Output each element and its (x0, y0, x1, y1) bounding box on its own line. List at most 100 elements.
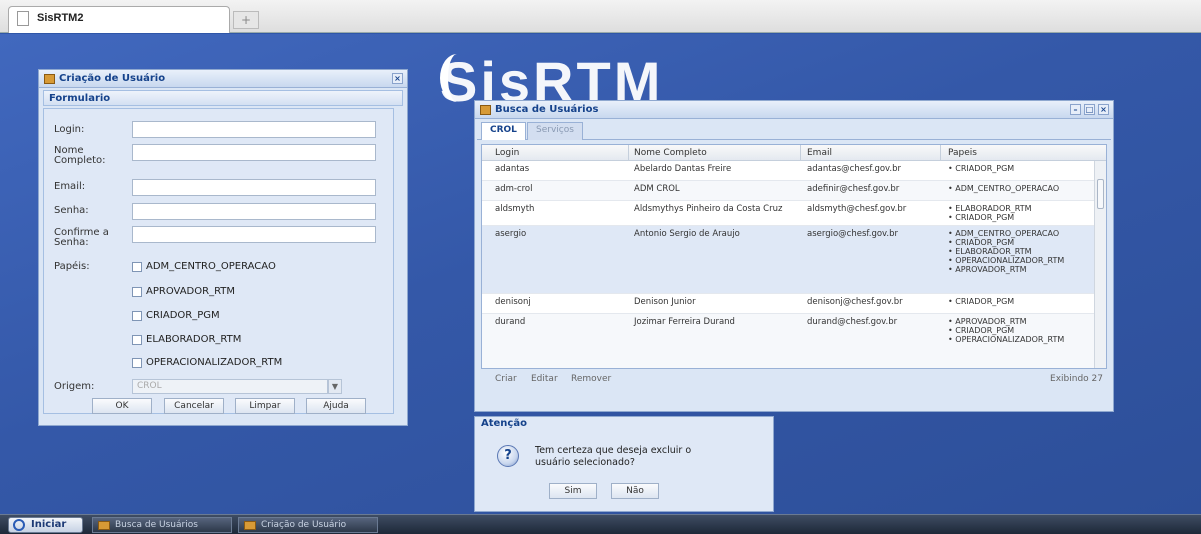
dialog-title: Atenção (481, 418, 527, 429)
cell-nome: Abelardo Dantas Freire (634, 164, 732, 174)
papel-item: APROVADOR_RTM (948, 265, 1064, 274)
table-row[interactable]: durand Jozimar Ferreira Durand durand@ch… (482, 314, 1094, 368)
origem-select[interactable]: CROL (132, 379, 328, 394)
grid-scrollbar[interactable] (1094, 161, 1106, 368)
papel-label: OPERACIONALIZADOR_RTM (146, 357, 283, 368)
papel-checkbox[interactable] (132, 357, 142, 368)
senha-field[interactable] (132, 203, 376, 220)
papel-item: CRIADOR_PGM (948, 238, 1064, 247)
papel-item: APROVADOR_RTM (948, 317, 1064, 326)
criar-button[interactable]: Criar (495, 374, 517, 384)
start-label: Iniciar (31, 519, 67, 530)
table-row-selected[interactable]: asergio Antonio Sergio de Araujo asergio… (482, 226, 1094, 294)
confirm-dialog: Atenção ? Tem certeza que deseja excluir… (474, 416, 774, 512)
close-icon[interactable]: × (392, 73, 403, 84)
papel-checkbox[interactable] (132, 286, 142, 297)
login-field[interactable] (132, 121, 376, 138)
papel-checkbox[interactable] (132, 310, 142, 321)
form-section-header: Formulario (43, 90, 403, 106)
taskbar-item-label: Criação de Usuário (261, 520, 347, 530)
papel-checkbox-row[interactable]: ADM_CENTRO_OPERACAO (132, 261, 276, 275)
cell-papeis: ADM_CENTRO_OPERACAO CRIADOR_PGM ELABORAD… (948, 229, 1064, 274)
papel-checkbox-row[interactable]: OPERACIONALIZADOR_RTM (132, 357, 282, 371)
tab-servicos[interactable]: Serviços (527, 122, 583, 140)
window-icon (44, 74, 55, 84)
nao-button[interactable]: Não (611, 483, 659, 499)
nome-completo-field[interactable] (132, 144, 376, 161)
papel-checkbox[interactable] (132, 261, 142, 272)
papel-item: ADM_CENTRO_OPERACAO (948, 229, 1064, 238)
cell-papeis: APROVADOR_RTM CRIADOR_PGM OPERACIONALIZA… (948, 317, 1064, 344)
cell-login: durand (495, 317, 526, 327)
grid-header: Login Nome Completo Email Papeis (482, 145, 1106, 161)
email-field[interactable] (132, 179, 376, 196)
table-row[interactable]: adantas Abelardo Dantas Freire adantas@c… (482, 161, 1094, 181)
papel-label: ADM_CENTRO_OPERACAO (146, 261, 276, 272)
cell-nome: Aldsmythys Pinheiro da Costa Cruz (634, 204, 783, 214)
window-icon (98, 521, 110, 530)
chevron-down-icon[interactable]: ▼ (328, 379, 342, 394)
taskbar-item-busca[interactable]: Busca de Usuários (92, 517, 232, 533)
senha-label: Senha: (54, 205, 89, 216)
users-tabs: CROL Serviços (477, 120, 1111, 140)
cancelar-button[interactable]: Cancelar (164, 398, 224, 414)
nome-completo-label-2: Completo: (54, 155, 106, 166)
ok-button[interactable]: OK (92, 398, 152, 414)
limpar-button[interactable]: Limpar (235, 398, 295, 414)
cell-email: adantas@chesf.gov.br (807, 164, 902, 174)
papel-item: ELABORADOR_RTM (948, 204, 1031, 213)
tab-crol[interactable]: CROL (481, 122, 526, 140)
cell-login: aldsmyth (495, 204, 535, 214)
papel-checkbox[interactable] (132, 334, 142, 345)
papel-checkbox-row[interactable]: CRIADOR_PGM (132, 310, 220, 324)
editar-button[interactable]: Editar (531, 374, 558, 384)
minimize-icon[interactable]: – (1070, 104, 1081, 115)
column-header-login[interactable]: Login (495, 148, 519, 158)
cell-papeis: ADM_CENTRO_OPERACAO (948, 184, 1059, 193)
taskbar-item-criacao[interactable]: Criação de Usuário (238, 517, 378, 533)
login-label: Login: (54, 124, 85, 135)
papel-item: ELABORADOR_RTM (948, 247, 1064, 256)
column-header-nome[interactable]: Nome Completo (634, 148, 707, 158)
papel-checkbox-row[interactable]: APROVADOR_RTM (132, 286, 235, 300)
confirme-senha-label-2: Senha: (54, 237, 89, 248)
column-header-email[interactable]: Email (807, 148, 832, 158)
window-icon (480, 105, 491, 115)
cell-login: asergio (495, 229, 527, 239)
scrollbar-thumb[interactable] (1097, 179, 1104, 209)
taskbar: Iniciar Busca de Usuários Criação de Usu… (0, 514, 1201, 534)
papel-checkbox-row[interactable]: ELABORADOR_RTM (132, 334, 241, 348)
cell-email: denisonj@chesf.gov.br (807, 297, 903, 307)
cell-login: adantas (495, 164, 530, 174)
create-user-window-titlebar[interactable]: Criação de Usuário × (39, 70, 407, 88)
new-tab-button[interactable]: + (233, 11, 259, 29)
cell-login: denisonj (495, 297, 531, 307)
cell-nome: Antonio Sergio de Araujo (634, 229, 740, 239)
table-row[interactable]: aldsmyth Aldsmythys Pinheiro da Costa Cr… (482, 201, 1094, 226)
table-row[interactable]: denisonj Denison Junior denisonj@chesf.g… (482, 294, 1094, 314)
papel-label: ELABORADOR_RTM (146, 334, 242, 345)
table-row[interactable]: adm-crol ADM CROL adefinir@chesf.gov.br … (482, 181, 1094, 201)
sim-button[interactable]: Sim (549, 483, 597, 499)
users-window-titlebar[interactable]: Busca de Usuários – □ × (475, 101, 1113, 119)
papel-item: CRIADOR_PGM (948, 213, 1032, 222)
close-icon[interactable]: × (1098, 104, 1109, 115)
maximize-icon[interactable]: □ (1084, 104, 1095, 115)
dialog-message-1: Tem certeza que deseja excluir o (535, 445, 692, 456)
desktop: SisRTM Criação de Usuário × Formulario L… (0, 34, 1201, 514)
origem-label: Origem: (54, 381, 95, 392)
confirme-senha-field[interactable] (132, 226, 376, 243)
cell-nome: Jozimar Ferreira Durand (634, 317, 735, 327)
papel-item: CRIADOR_PGM (948, 326, 1064, 335)
ajuda-button[interactable]: Ajuda (306, 398, 366, 414)
browser-tab[interactable]: SisRTM2 (8, 6, 230, 33)
remover-button[interactable]: Remover (571, 374, 611, 384)
dialog-message-2: usuário selecionado? (535, 457, 635, 468)
start-button[interactable]: Iniciar (8, 517, 83, 533)
cell-papeis: CRIADOR_PGM (948, 164, 1014, 173)
papel-item: OPERACIONALIZADOR_RTM (948, 256, 1064, 265)
papel-item: CRIADOR_PGM (948, 164, 1014, 173)
column-header-papeis[interactable]: Papeis (948, 148, 977, 158)
cell-email: aldsmyth@chesf.gov.br (807, 204, 907, 214)
papel-label: CRIADOR_PGM (146, 310, 220, 321)
